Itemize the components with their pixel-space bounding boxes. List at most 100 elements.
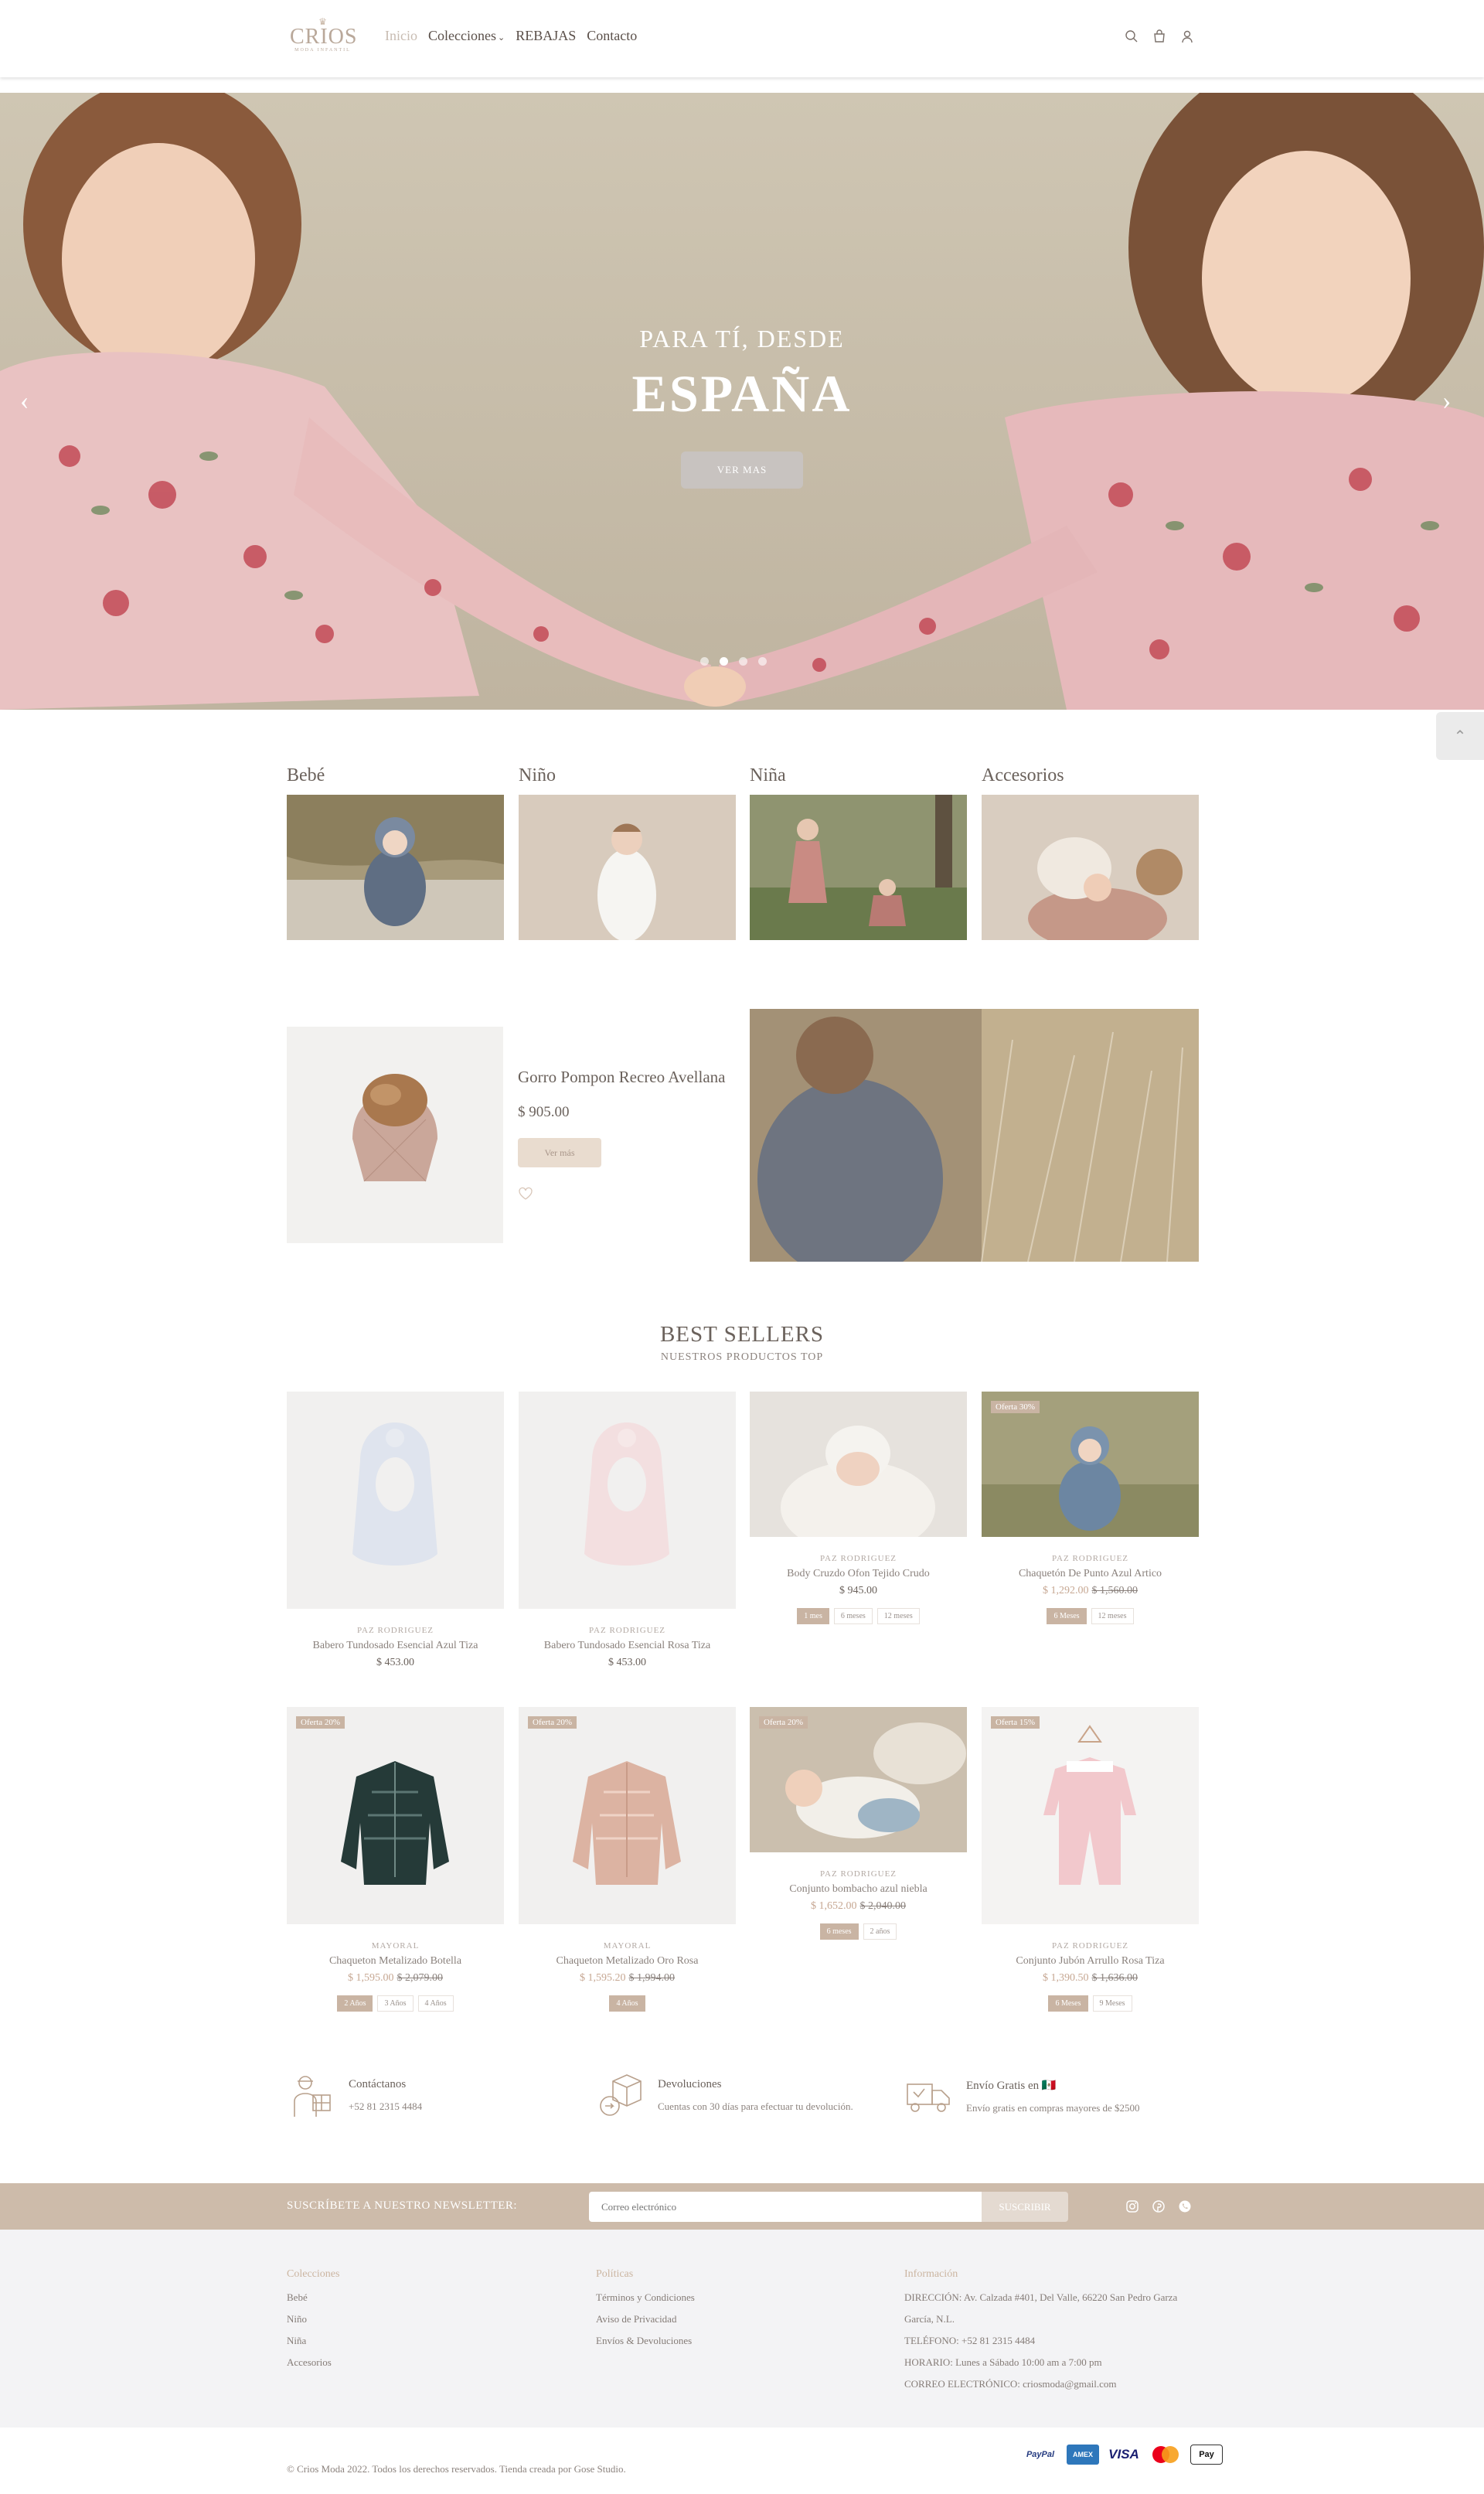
- size-options: 2 Años 3 Años 4 Años: [287, 1995, 504, 2012]
- chevron-left-icon[interactable]: ‹: [20, 387, 29, 416]
- size-option[interactable]: 12 meses: [1091, 1608, 1134, 1624]
- footer-link[interactable]: Envíos & Devoluciones: [596, 2330, 695, 2352]
- category-image[interactable]: [519, 795, 736, 940]
- product-card[interactable]: Oferta 20% MAYORAL Chaqueton Metalizado …: [519, 1707, 736, 2012]
- nav-contacto[interactable]: Contacto: [587, 28, 637, 44]
- product-name[interactable]: Body Cruzdo Ofon Tejido Crudo: [750, 1568, 967, 1580]
- footer-link[interactable]: Niño: [287, 2308, 339, 2330]
- size-option[interactable]: 1 mes: [797, 1608, 829, 1624]
- slider-dot[interactable]: [700, 657, 709, 666]
- original-price: $ 2,040.00: [859, 1900, 907, 1912]
- size-options: 6 Meses 12 meses: [982, 1608, 1199, 1624]
- newsletter-email-input[interactable]: [589, 2192, 982, 2222]
- size-option[interactable]: 6 Meses: [1047, 1608, 1087, 1624]
- product-card[interactable]: PAZ RODRIGUEZ Babero Tundosado Esencial …: [287, 1392, 504, 1669]
- size-option[interactable]: 2 años: [863, 1923, 897, 1940]
- product-price: $ 1,292.00 $ 1,560.00: [982, 1585, 1199, 1597]
- info-title: Envío Gratis en 🇲🇽: [966, 2080, 1057, 2092]
- category-image[interactable]: [287, 795, 504, 940]
- slider-dot[interactable]: [739, 657, 747, 666]
- sale-badge: Oferta 20%: [759, 1716, 808, 1729]
- product-image[interactable]: Oferta 20%: [750, 1707, 967, 1852]
- footer-link[interactable]: Niña: [287, 2330, 339, 2352]
- product-card[interactable]: Oferta 15% PAZ RODRIGUEZ Conjunto Jubón …: [982, 1707, 1199, 2012]
- nav-rebajas[interactable]: REBAJAS: [516, 28, 576, 44]
- category-bebe[interactable]: Bebé: [287, 765, 504, 940]
- product-name[interactable]: Conjunto Jubón Arrullo Rosa Tiza: [982, 1955, 1199, 1968]
- category-image[interactable]: [982, 795, 1199, 940]
- slider-dot[interactable]: [758, 657, 767, 666]
- original-price: $ 1,560.00: [1091, 1585, 1139, 1596]
- product-image[interactable]: [519, 1392, 736, 1609]
- footer-link[interactable]: Bebé: [287, 2287, 339, 2308]
- info-title: Devoluciones: [658, 2078, 722, 2090]
- nav-colecciones[interactable]: Colecciones ⌄: [428, 28, 505, 44]
- pinterest-icon[interactable]: [1152, 2199, 1166, 2213]
- product-card[interactable]: PAZ RODRIGUEZ Babero Tundosado Esencial …: [519, 1392, 736, 1669]
- product-name[interactable]: Conjunto bombacho azul niebla: [750, 1883, 967, 1896]
- product-name[interactable]: Babero Tundosado Esencial Azul Tiza: [287, 1640, 504, 1652]
- bag-icon[interactable]: [1152, 29, 1166, 43]
- product-card[interactable]: Oferta 20% PAZ RODRIGUEZ Conjunto bombac…: [750, 1707, 967, 1940]
- size-option[interactable]: 12 meses: [876, 1608, 920, 1624]
- search-icon[interactable]: [1125, 29, 1139, 43]
- user-icon[interactable]: [1180, 29, 1194, 43]
- product-image[interactable]: Oferta 15%: [982, 1707, 1199, 1924]
- logo-subtext: MODA INFANTIL: [294, 48, 351, 53]
- whatsapp-icon[interactable]: [1178, 2199, 1192, 2213]
- size-option[interactable]: 9 Meses: [1092, 1995, 1132, 2012]
- product-price: $ 453.00: [376, 1657, 414, 1668]
- product-name[interactable]: Chaqueton Metalizado Botella: [287, 1955, 504, 1968]
- product-name[interactable]: Chaqueton Metalizado Oro Rosa: [519, 1955, 736, 1968]
- size-option[interactable]: 6 meses: [833, 1608, 873, 1624]
- featured-product-name[interactable]: Gorro Pompon Recreo Avellana: [518, 1068, 725, 1087]
- instagram-icon[interactable]: [1125, 2199, 1139, 2213]
- heart-icon[interactable]: [518, 1186, 533, 1201]
- product-card[interactable]: Oferta 20% MAYORAL Chaqueton Metalizado …: [287, 1707, 504, 2012]
- product-image[interactable]: Oferta 30%: [982, 1392, 1199, 1537]
- category-accesorios[interactable]: Accesorios: [982, 765, 1199, 940]
- category-title: Bebé: [287, 765, 325, 785]
- category-nina[interactable]: Niña: [750, 765, 967, 940]
- product-name[interactable]: Babero Tundosado Esencial Rosa Tiza: [519, 1640, 736, 1652]
- newsletter-subscribe-button[interactable]: SUSCRIBIR: [982, 2192, 1068, 2222]
- product-image[interactable]: Oferta 20%: [519, 1707, 736, 1924]
- chevron-right-icon[interactable]: ›: [1442, 387, 1451, 416]
- social-links: [1125, 2199, 1192, 2213]
- featured-product-image[interactable]: [287, 1027, 503, 1243]
- nav-inicio[interactable]: Inicio: [385, 28, 417, 44]
- size-option[interactable]: 6 Meses: [1048, 1995, 1088, 2012]
- sale-price: $ 1,292.00: [1043, 1585, 1089, 1596]
- logo[interactable]: ♛ CRIOS MODA INFANTIL: [290, 17, 356, 57]
- product-name[interactable]: Chaquetón De Punto Azul Artico: [982, 1568, 1199, 1580]
- footer-link[interactable]: Términos y Condiciones: [596, 2287, 695, 2308]
- size-option[interactable]: 4 Años: [609, 1995, 645, 2012]
- site-header: ♛ CRIOS MODA INFANTIL Inicio Colecciones…: [0, 0, 1484, 77]
- product-image[interactable]: [750, 1392, 967, 1537]
- featured-view-button[interactable]: Ver más: [518, 1138, 601, 1167]
- original-price: $ 1,636.00: [1091, 1972, 1139, 1984]
- best-sellers-subtitle: NUESTROS PRODUCTOS TOP: [660, 1351, 824, 1363]
- scroll-to-top-button[interactable]: ⌃: [1436, 712, 1484, 760]
- size-option[interactable]: 4 Años: [417, 1995, 454, 2012]
- footer-link[interactable]: Accesorios: [287, 2352, 339, 2373]
- original-price: $ 2,079.00: [397, 1972, 444, 1984]
- product-image[interactable]: [287, 1392, 504, 1609]
- main-nav: Inicio Colecciones ⌄ REBAJAS Contacto: [385, 28, 637, 44]
- category-nino[interactable]: Niño: [519, 765, 736, 940]
- hero-cta-button[interactable]: VER MAS: [681, 451, 803, 489]
- product-brand: PAZ RODRIGUEZ: [356, 1626, 434, 1635]
- category-image[interactable]: [750, 795, 967, 940]
- footer-link[interactable]: Aviso de Privacidad: [596, 2308, 695, 2330]
- slider-dot-active[interactable]: [720, 657, 728, 666]
- size-option[interactable]: 2 Años: [337, 1995, 373, 2012]
- size-option[interactable]: 3 Años: [377, 1995, 414, 2012]
- product-card[interactable]: Oferta 30% PAZ RODRIGUEZ Chaquetón De Pu…: [982, 1392, 1199, 1624]
- footer-politicas: Políticas Términos y Condiciones Aviso d…: [596, 2268, 695, 2352]
- bottom-bar: © Crios Moda 2022. Todos los derechos re…: [0, 2428, 1484, 2494]
- product-card[interactable]: PAZ RODRIGUEZ Body Cruzdo Ofon Tejido Cr…: [750, 1392, 967, 1624]
- product-image[interactable]: Oferta 20%: [287, 1707, 504, 1924]
- paypal-icon: PayPal: [1026, 2450, 1055, 2459]
- size-option[interactable]: 6 meses: [819, 1923, 859, 1940]
- info-text: +52 81 2315 4484: [349, 2100, 423, 2112]
